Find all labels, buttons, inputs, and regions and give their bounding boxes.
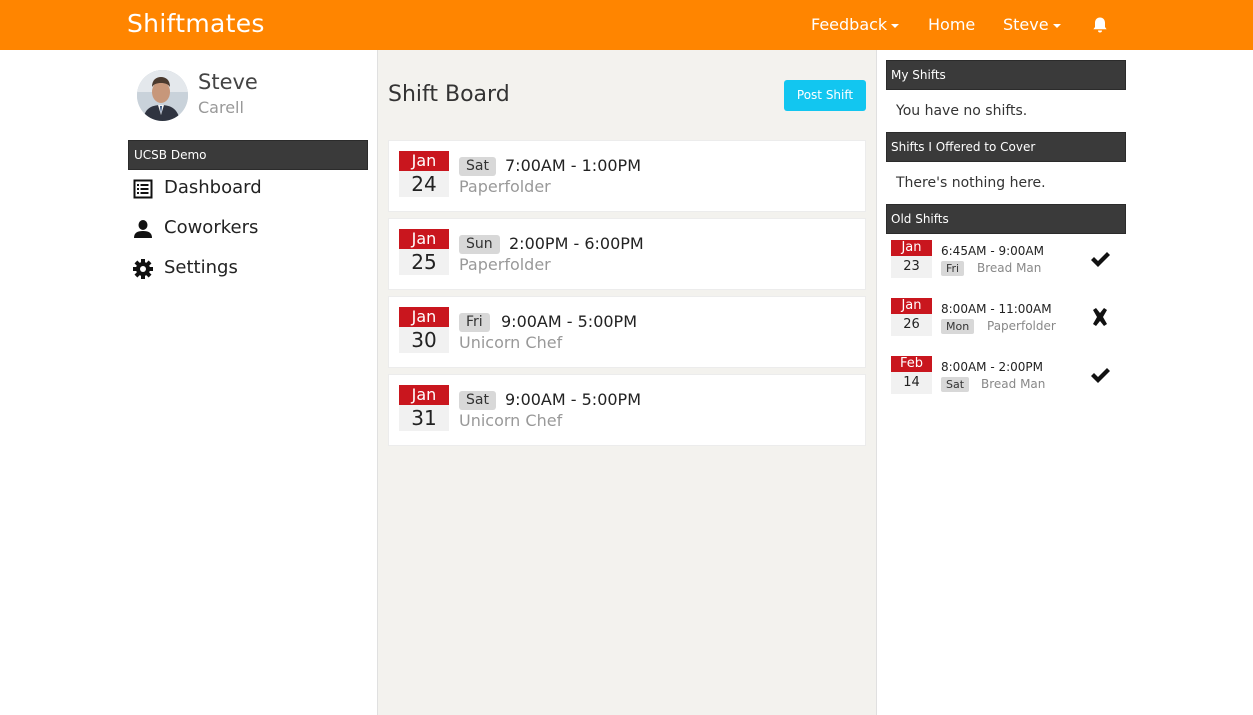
user-icon [134, 220, 152, 238]
date-day: 26 [891, 314, 932, 336]
section-title: Shifts I Offered to Cover [891, 140, 1036, 154]
check-icon [1091, 368, 1110, 383]
day-of-week-badge: Sat [459, 391, 496, 410]
date-month: Jan [891, 240, 932, 256]
day-of-week-badge: Mon [941, 319, 975, 334]
user-menu[interactable]: Steve [1003, 15, 1061, 34]
shift-card[interactable]: Jan 25 Sun 2:00PM - 6:00PM Paperfolder [388, 218, 866, 290]
old-shift-row[interactable]: Jan 26 8:00AM - 11:00AM Mon Paperfolder [891, 298, 1126, 340]
brand-logo[interactable]: Shiftmates [127, 9, 265, 38]
profile-first-name: Steve [198, 70, 258, 94]
date-month: Jan [399, 307, 449, 327]
shift-role: Bread Man [977, 261, 1042, 275]
day-of-week-badge: Sat [459, 157, 496, 176]
shift-card[interactable]: Jan 31 Sat 9:00AM - 5:00PM Unicorn Chef [388, 374, 866, 446]
shift-time: 7:00AM - 1:00PM [505, 156, 642, 175]
org-name: UCSB Demo [134, 148, 207, 162]
date-day: 14 [891, 372, 932, 394]
my-shifts-header: My Shifts [886, 60, 1126, 90]
date-day: 24 [399, 171, 449, 197]
shift-time: 9:00AM - 5:00PM [501, 312, 638, 331]
offered-shifts-header: Shifts I Offered to Cover [886, 132, 1126, 162]
page-title: Shift Board [388, 82, 510, 107]
date-month: Jan [891, 298, 932, 314]
sidebar-item-label: Settings [164, 257, 238, 278]
day-of-week-badge: Fri [459, 313, 490, 332]
shift-time: 8:00AM - 2:00PM [941, 360, 1044, 374]
shift-card[interactable]: Jan 30 Fri 9:00AM - 5:00PM Unicorn Chef [388, 296, 866, 368]
x-icon [1093, 308, 1107, 326]
shift-time: 8:00AM - 11:00AM [941, 302, 1052, 316]
date-day: 31 [399, 405, 449, 431]
shift-card[interactable]: Jan 24 Sat 7:00AM - 1:00PM Paperfolder [388, 140, 866, 212]
avatar[interactable] [137, 70, 188, 121]
user-menu-label: Steve [1003, 15, 1049, 34]
date-month: Feb [891, 356, 932, 372]
chevron-down-icon [891, 23, 900, 28]
shift-role: Unicorn Chef [459, 411, 563, 430]
old-shift-row[interactable]: Feb 14 8:00AM - 2:00PM Sat Bread Man [891, 356, 1126, 398]
date-month: Jan [399, 385, 449, 405]
my-shifts-empty: You have no shifts. [896, 103, 1028, 119]
sidebar-item-dashboard[interactable]: Dashboard [133, 176, 363, 204]
feedback-label: Feedback [811, 15, 888, 34]
day-of-week-badge: Sun [459, 235, 500, 254]
shift-role: Paperfolder [459, 255, 551, 274]
date-day: 30 [399, 327, 449, 353]
sidebar-item-settings[interactable]: Settings [133, 256, 363, 284]
shift-role: Unicorn Chef [459, 333, 563, 352]
offered-shifts-empty: There's nothing here. [896, 175, 1046, 191]
old-shifts-header: Old Shifts [886, 204, 1126, 234]
shift-role: Paperfolder [459, 177, 551, 196]
shift-time: 2:00PM - 6:00PM [509, 234, 644, 253]
old-shift-row[interactable]: Jan 23 6:45AM - 9:00AM Fri Bread Man [891, 240, 1126, 282]
date-day: 25 [399, 249, 449, 275]
sidebar-item-label: Coworkers [164, 217, 259, 238]
date-month: Jan [399, 151, 449, 171]
sidebar-item-label: Dashboard [164, 177, 262, 198]
shift-time: 6:45AM - 9:00AM [941, 244, 1044, 258]
navbar: Shiftmates Feedback Home Steve [0, 0, 1253, 50]
profile-last-name: Carell [198, 98, 244, 117]
section-title: Old Shifts [891, 212, 949, 226]
chevron-down-icon [1052, 23, 1061, 28]
section-title: My Shifts [891, 68, 946, 82]
home-link[interactable]: Home [928, 15, 975, 34]
shift-role: Paperfolder [987, 319, 1056, 333]
date-month: Jan [399, 229, 449, 249]
gear-icon [133, 259, 153, 279]
date-day: 23 [891, 256, 932, 278]
list-icon [133, 179, 153, 199]
shift-time: 9:00AM - 5:00PM [505, 390, 642, 409]
check-icon [1091, 252, 1110, 267]
feedback-menu[interactable]: Feedback [811, 15, 900, 34]
day-of-week-badge: Sat [941, 377, 970, 392]
org-header: UCSB Demo [128, 140, 368, 170]
day-of-week-badge: Fri [941, 261, 965, 276]
shift-role: Bread Man [981, 377, 1046, 391]
sidebar-item-coworkers[interactable]: Coworkers [133, 216, 363, 244]
post-shift-button[interactable]: Post Shift [784, 80, 866, 111]
bell-icon[interactable] [1091, 16, 1109, 34]
